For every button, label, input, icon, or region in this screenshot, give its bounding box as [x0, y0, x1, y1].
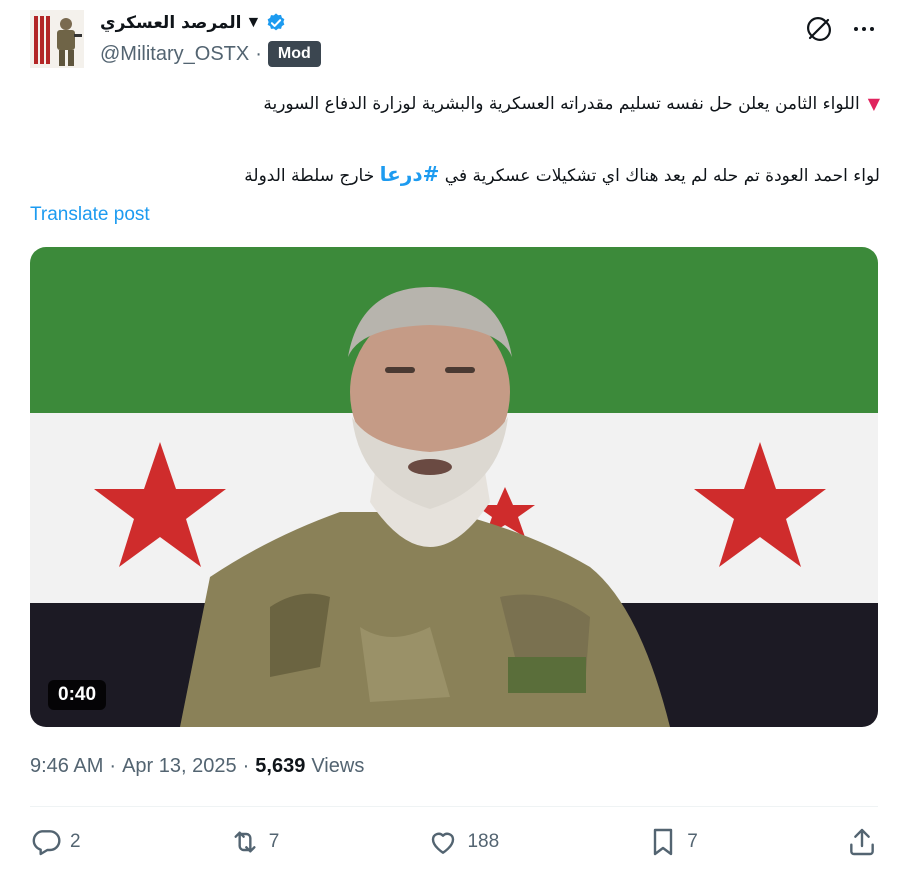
separator-dot: ·	[255, 42, 262, 65]
post-line-2-post: خارج سلطة الدولة	[244, 166, 380, 186]
post-line-1-text: اللواء الثامن يعلن حل نفسه تسليم مقدراته…	[263, 94, 860, 114]
verified-badge-icon	[268, 13, 285, 31]
military-profile-avatar-icon	[30, 10, 84, 68]
meta-dot: ·	[109, 755, 117, 777]
display-name[interactable]: المرصد العسكري	[100, 13, 242, 33]
repost-icon	[234, 831, 256, 853]
post-meta: 9:46 AM · Apr 13, 2025 · 5,639 Views	[30, 755, 364, 778]
mod-badge: Mod	[267, 41, 321, 67]
handle-row: @Military_OSTX · Mod	[100, 40, 321, 68]
grok-icon[interactable]	[806, 16, 832, 42]
down-triangle-marker: ▼	[867, 94, 880, 113]
bookmark-button[interactable]: 7	[647, 826, 698, 858]
action-bar: 2 7 188 7	[30, 822, 878, 862]
post-time[interactable]: 9:46 AM	[30, 755, 103, 778]
reply-icon	[32, 830, 61, 856]
bookmark-count: 7	[687, 831, 698, 852]
share-button[interactable]	[846, 826, 878, 858]
like-count: 188	[467, 831, 500, 852]
author-name-row[interactable]: المرصد العسكري ▼	[100, 10, 287, 36]
handle[interactable]: @Military_OSTX	[100, 43, 249, 66]
avatar[interactable]	[30, 10, 84, 68]
post-line-2-pre: لواء احمد العودة تم حله لم يعد هناك اي ت…	[439, 166, 880, 186]
hashtag-link[interactable]: #درعا	[380, 162, 440, 186]
like-button[interactable]: 188	[427, 826, 499, 858]
heart-icon	[432, 832, 455, 854]
repost-button[interactable]: 7	[229, 826, 280, 858]
video-duration-badge: 0:40	[48, 680, 107, 710]
post-text: ▼ اللواء الثامن يعلن حل نفسه تسليم مقدرات…	[180, 92, 880, 188]
translate-post-link[interactable]: Translate post	[30, 204, 150, 226]
share-icon	[850, 828, 874, 856]
views-count: 5,639	[255, 755, 306, 777]
bookmark-icon	[654, 828, 673, 856]
meta-dot: ·	[242, 755, 250, 777]
post-date[interactable]: Apr 13, 2025	[122, 755, 237, 778]
reply-button[interactable]: 2	[30, 826, 81, 858]
post-line-2: لواء احمد العودة تم حله لم يعد هناك اي ت…	[180, 162, 880, 188]
name-flag-glyph: ▼	[245, 14, 262, 31]
views-label: Views	[311, 755, 365, 777]
post-line-1: ▼ اللواء الثامن يعلن حل نفسه تسليم مقدرات…	[180, 92, 880, 116]
more-dots-icon[interactable]	[850, 16, 878, 42]
repost-count: 7	[268, 831, 280, 852]
video-thumbnail	[30, 247, 878, 727]
divider	[30, 806, 878, 807]
video-player[interactable]	[30, 247, 878, 727]
reply-count: 2	[70, 831, 81, 852]
